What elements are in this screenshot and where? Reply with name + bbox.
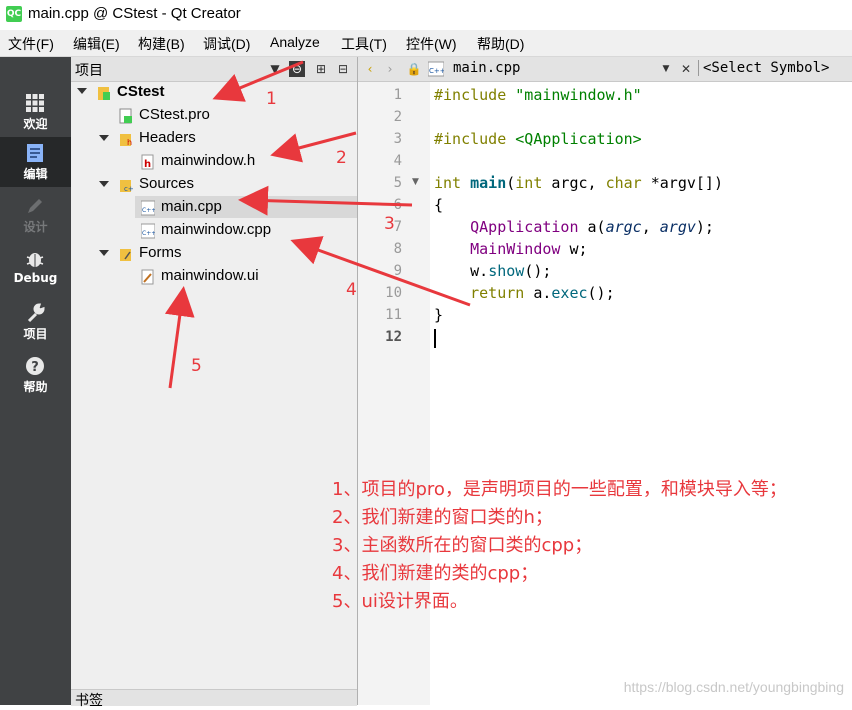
arrow-5: [164, 286, 195, 389]
arrow-1: [212, 60, 304, 102]
annotation-5: 5: [191, 356, 202, 376]
arrow-3: [238, 185, 413, 216]
annotation-3: 3: [384, 214, 395, 234]
note-line: 4、我们新建的类的cpp；: [332, 563, 539, 584]
explanation-notes: 1、项目的pro，是声明项目的一些配置，和模块导入等； 2、我们新建的窗口类的h…: [332, 476, 787, 616]
note-line: 2、我们新建的窗口类的h；: [332, 507, 553, 528]
watermark: https://blog.csdn.net/youngbingbing: [623, 679, 844, 695]
annotation-2: 2: [336, 148, 347, 168]
arrow-4: [290, 236, 471, 307]
note-line: 5、ui设计界面。: [332, 591, 468, 612]
annotation-1: 1: [266, 89, 277, 109]
note-line: 3、主函数所在的窗口类的cpp；: [332, 535, 593, 556]
note-line: 1、项目的pro，是声明项目的一些配置，和模块导入等；: [332, 479, 787, 500]
annotation-4: 4: [346, 280, 357, 300]
